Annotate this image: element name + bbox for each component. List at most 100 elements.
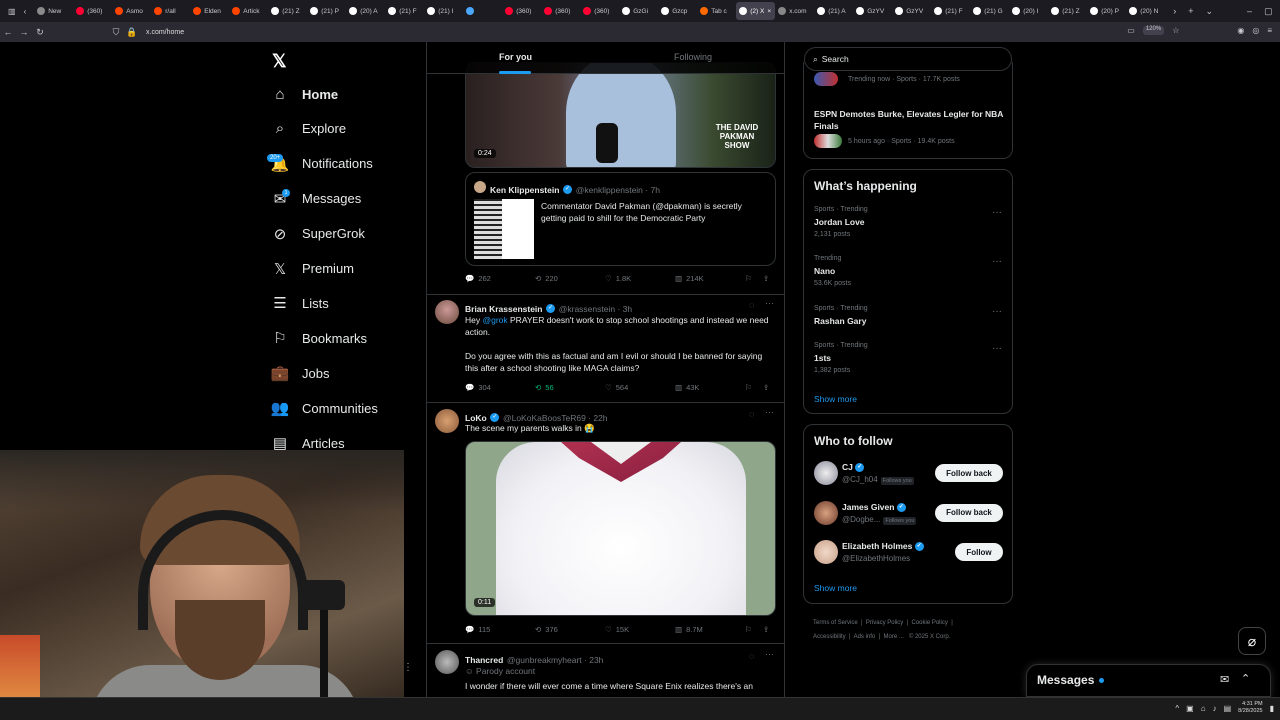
more-icon[interactable]: ···: [765, 407, 774, 417]
browser-tab[interactable]: GzYV: [892, 2, 931, 20]
messages-drawer[interactable]: Messages ✉ ⌃: [1026, 664, 1271, 697]
browser-tab[interactable]: (21) Z: [268, 2, 307, 20]
account-icon[interactable]: ◎: [1252, 26, 1259, 35]
grok-icon[interactable]: ◌: [749, 300, 754, 310]
view-button[interactable]: ▥ 43K: [675, 383, 699, 392]
replie-button[interactable]: 💬 262: [465, 274, 491, 283]
follow-button[interactable]: Follow back: [935, 464, 1003, 482]
nav-item-notifications[interactable]: 🔔 Notifications: [271, 156, 373, 173]
close-tab-icon[interactable]: ×: [767, 8, 771, 15]
browser-tab[interactable]: GzGi: [619, 2, 658, 20]
url-field[interactable]: x.com/home: [146, 29, 184, 36]
tab-dropdown-icon[interactable]: ⌄: [1206, 6, 1214, 17]
more-icon[interactable]: ···: [765, 298, 774, 308]
more-icon[interactable]: ···: [992, 256, 1002, 267]
shield-icon[interactable]: ⛉: [108, 27, 124, 38]
browser-tab[interactable]: (21) P: [307, 2, 346, 20]
footer-privacy[interactable]: Privacy Policy: [866, 620, 903, 626]
more-icon[interactable]: ···: [992, 306, 1002, 317]
nav-item-supergrok[interactable]: ⊘ SuperGrok: [272, 226, 365, 243]
app-tray-icon[interactable]: ▣: [1186, 704, 1194, 713]
browser-tab[interactable]: (21) F: [931, 2, 970, 20]
browser-tab[interactable]: [463, 2, 502, 20]
star-icon[interactable]: ☆: [1172, 26, 1179, 35]
nav-item-articles[interactable]: ▤ Articles: [272, 435, 345, 452]
browser-tab[interactable]: (2) X ×: [736, 2, 776, 20]
bookmark-icon[interactable]: ⚐: [745, 383, 752, 392]
network-icon[interactable]: ⌂: [1201, 704, 1206, 713]
post-author[interactable]: Thancred: [465, 655, 503, 665]
browser-tab[interactable]: GzYV: [853, 2, 892, 20]
expand-icon[interactable]: ⌃: [1241, 672, 1250, 685]
browser-tab[interactable]: (360): [502, 2, 541, 20]
nav-item-home[interactable]: ⌂ Home: [272, 86, 338, 103]
post-author[interactable]: Brian Krassenstein: [465, 304, 542, 314]
browser-tab[interactable]: New: [34, 2, 73, 20]
nav-item-bookmarks[interactable]: ⚐ Bookmarks: [272, 330, 367, 347]
reader-icon[interactable]: ▭: [1127, 26, 1135, 35]
footer-cookie[interactable]: Cookie Policy: [912, 620, 948, 626]
footer-terms[interactable]: Terms of Service: [813, 620, 858, 626]
share-icon[interactable]: ⇪: [763, 383, 769, 392]
view-button[interactable]: ▥ 214K: [675, 274, 704, 283]
extension-icon[interactable]: ◉: [1237, 26, 1244, 35]
avatar[interactable]: [814, 500, 838, 525]
browser-tab[interactable]: x.com: [775, 2, 814, 20]
notification-icon[interactable]: ▮: [1270, 704, 1274, 713]
browser-tab[interactable]: Asmo: [112, 2, 151, 20]
footer-more[interactable]: More ...: [884, 634, 904, 640]
browser-tab[interactable]: (360): [580, 2, 619, 20]
maximize-icon[interactable]: ▢: [1264, 6, 1273, 17]
tab-following[interactable]: Following: [674, 52, 712, 62]
keyboard-icon[interactable]: ▤: [1224, 704, 1232, 713]
avatar[interactable]: [435, 650, 459, 674]
browser-tab[interactable]: (21) A: [814, 2, 853, 20]
repost-button[interactable]: ⟲ 56: [535, 383, 554, 392]
new-tab-icon[interactable]: +: [1188, 6, 1193, 17]
tab-for-you[interactable]: For you: [499, 52, 532, 62]
more-icon[interactable]: ···: [992, 207, 1002, 218]
reload-icon[interactable]: ↻: [32, 27, 48, 38]
more-icon[interactable]: ⋮: [403, 662, 413, 673]
show-more-link[interactable]: Show more: [814, 394, 857, 404]
x-logo-icon[interactable]: 𝕏: [272, 51, 287, 72]
scroll-left-icon[interactable]: ‹: [24, 7, 27, 16]
follow-name[interactable]: Elizabeth Holmes: [842, 541, 912, 551]
browser-tab[interactable]: (21) I: [424, 2, 463, 20]
grok-icon[interactable]: ◌: [749, 651, 754, 661]
mention-link[interactable]: @grok: [482, 315, 507, 325]
quote-author[interactable]: Ken Klippenstein: [490, 185, 559, 195]
follow-button[interactable]: Follow: [955, 543, 1003, 561]
news-title[interactable]: ESPN Demotes Burke, Elevates Legler for …: [814, 108, 1004, 132]
more-icon[interactable]: ···: [765, 649, 774, 659]
repost-button[interactable]: ⟲ 220: [535, 274, 558, 283]
clock[interactable]: 4:31 PM 8/28/2025: [1238, 701, 1262, 715]
footer-ads[interactable]: Ads info: [854, 634, 876, 640]
browser-tab[interactable]: (20) A: [346, 2, 385, 20]
follow-name[interactable]: James Given: [842, 502, 894, 512]
replie-button[interactable]: 💬 304: [465, 383, 491, 392]
bookmark-icon[interactable]: ⚐: [745, 625, 752, 634]
show-more-link[interactable]: Show more: [814, 583, 857, 593]
browser-tab[interactable]: (360): [73, 2, 112, 20]
new-message-icon[interactable]: ✉: [1220, 673, 1229, 686]
footer-accessibility[interactable]: Accessibility: [813, 634, 846, 640]
zoom-level[interactable]: 120%: [1142, 26, 1165, 35]
browser-tab[interactable]: (360): [541, 2, 580, 20]
replie-button[interactable]: 💬 115: [465, 625, 490, 634]
browser-tab[interactable]: (20) N: [1126, 2, 1165, 20]
grok-float-button[interactable]: ⌀: [1238, 627, 1266, 655]
browser-tab[interactable]: (20) P: [1087, 2, 1126, 20]
grok-icon[interactable]: ◌: [749, 409, 754, 419]
tab-list-icon[interactable]: ▥: [8, 7, 16, 16]
nav-item-jobs[interactable]: 💼 Jobs: [271, 365, 330, 382]
nav-item-lists[interactable]: ☰ Lists: [272, 295, 328, 312]
post-video[interactable]: 0:11: [465, 441, 776, 616]
nav-item-communities[interactable]: 👥 Communities: [271, 400, 378, 417]
browser-tab[interactable]: Artick: [229, 2, 268, 20]
view-button[interactable]: ▥ 8.7M: [675, 625, 703, 634]
avatar[interactable]: [814, 461, 838, 485]
browser-tab[interactable]: Elden: [190, 2, 229, 20]
nav-item-premium[interactable]: 𝕏 Premium: [272, 261, 354, 278]
quoted-post[interactable]: Ken Klippenstein ✓ @kenklippenstein · 7h…: [465, 172, 776, 266]
